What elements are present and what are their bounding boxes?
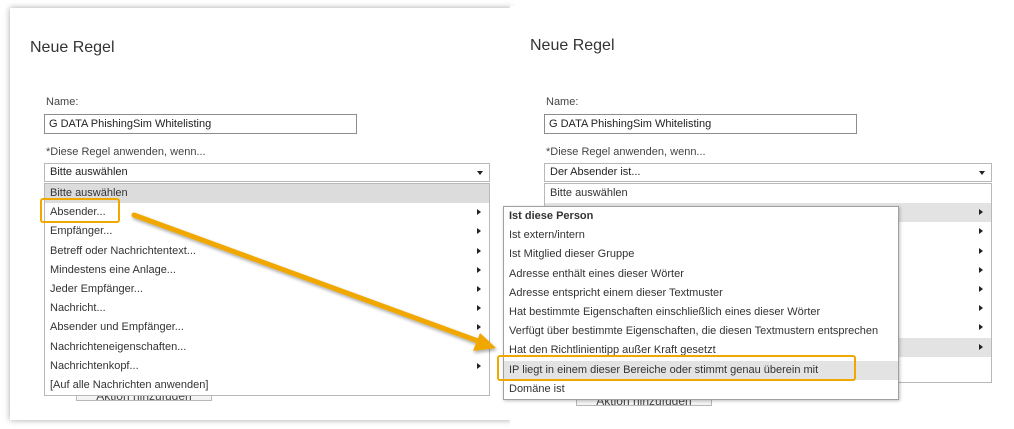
annotation-arrow xyxy=(131,212,496,351)
